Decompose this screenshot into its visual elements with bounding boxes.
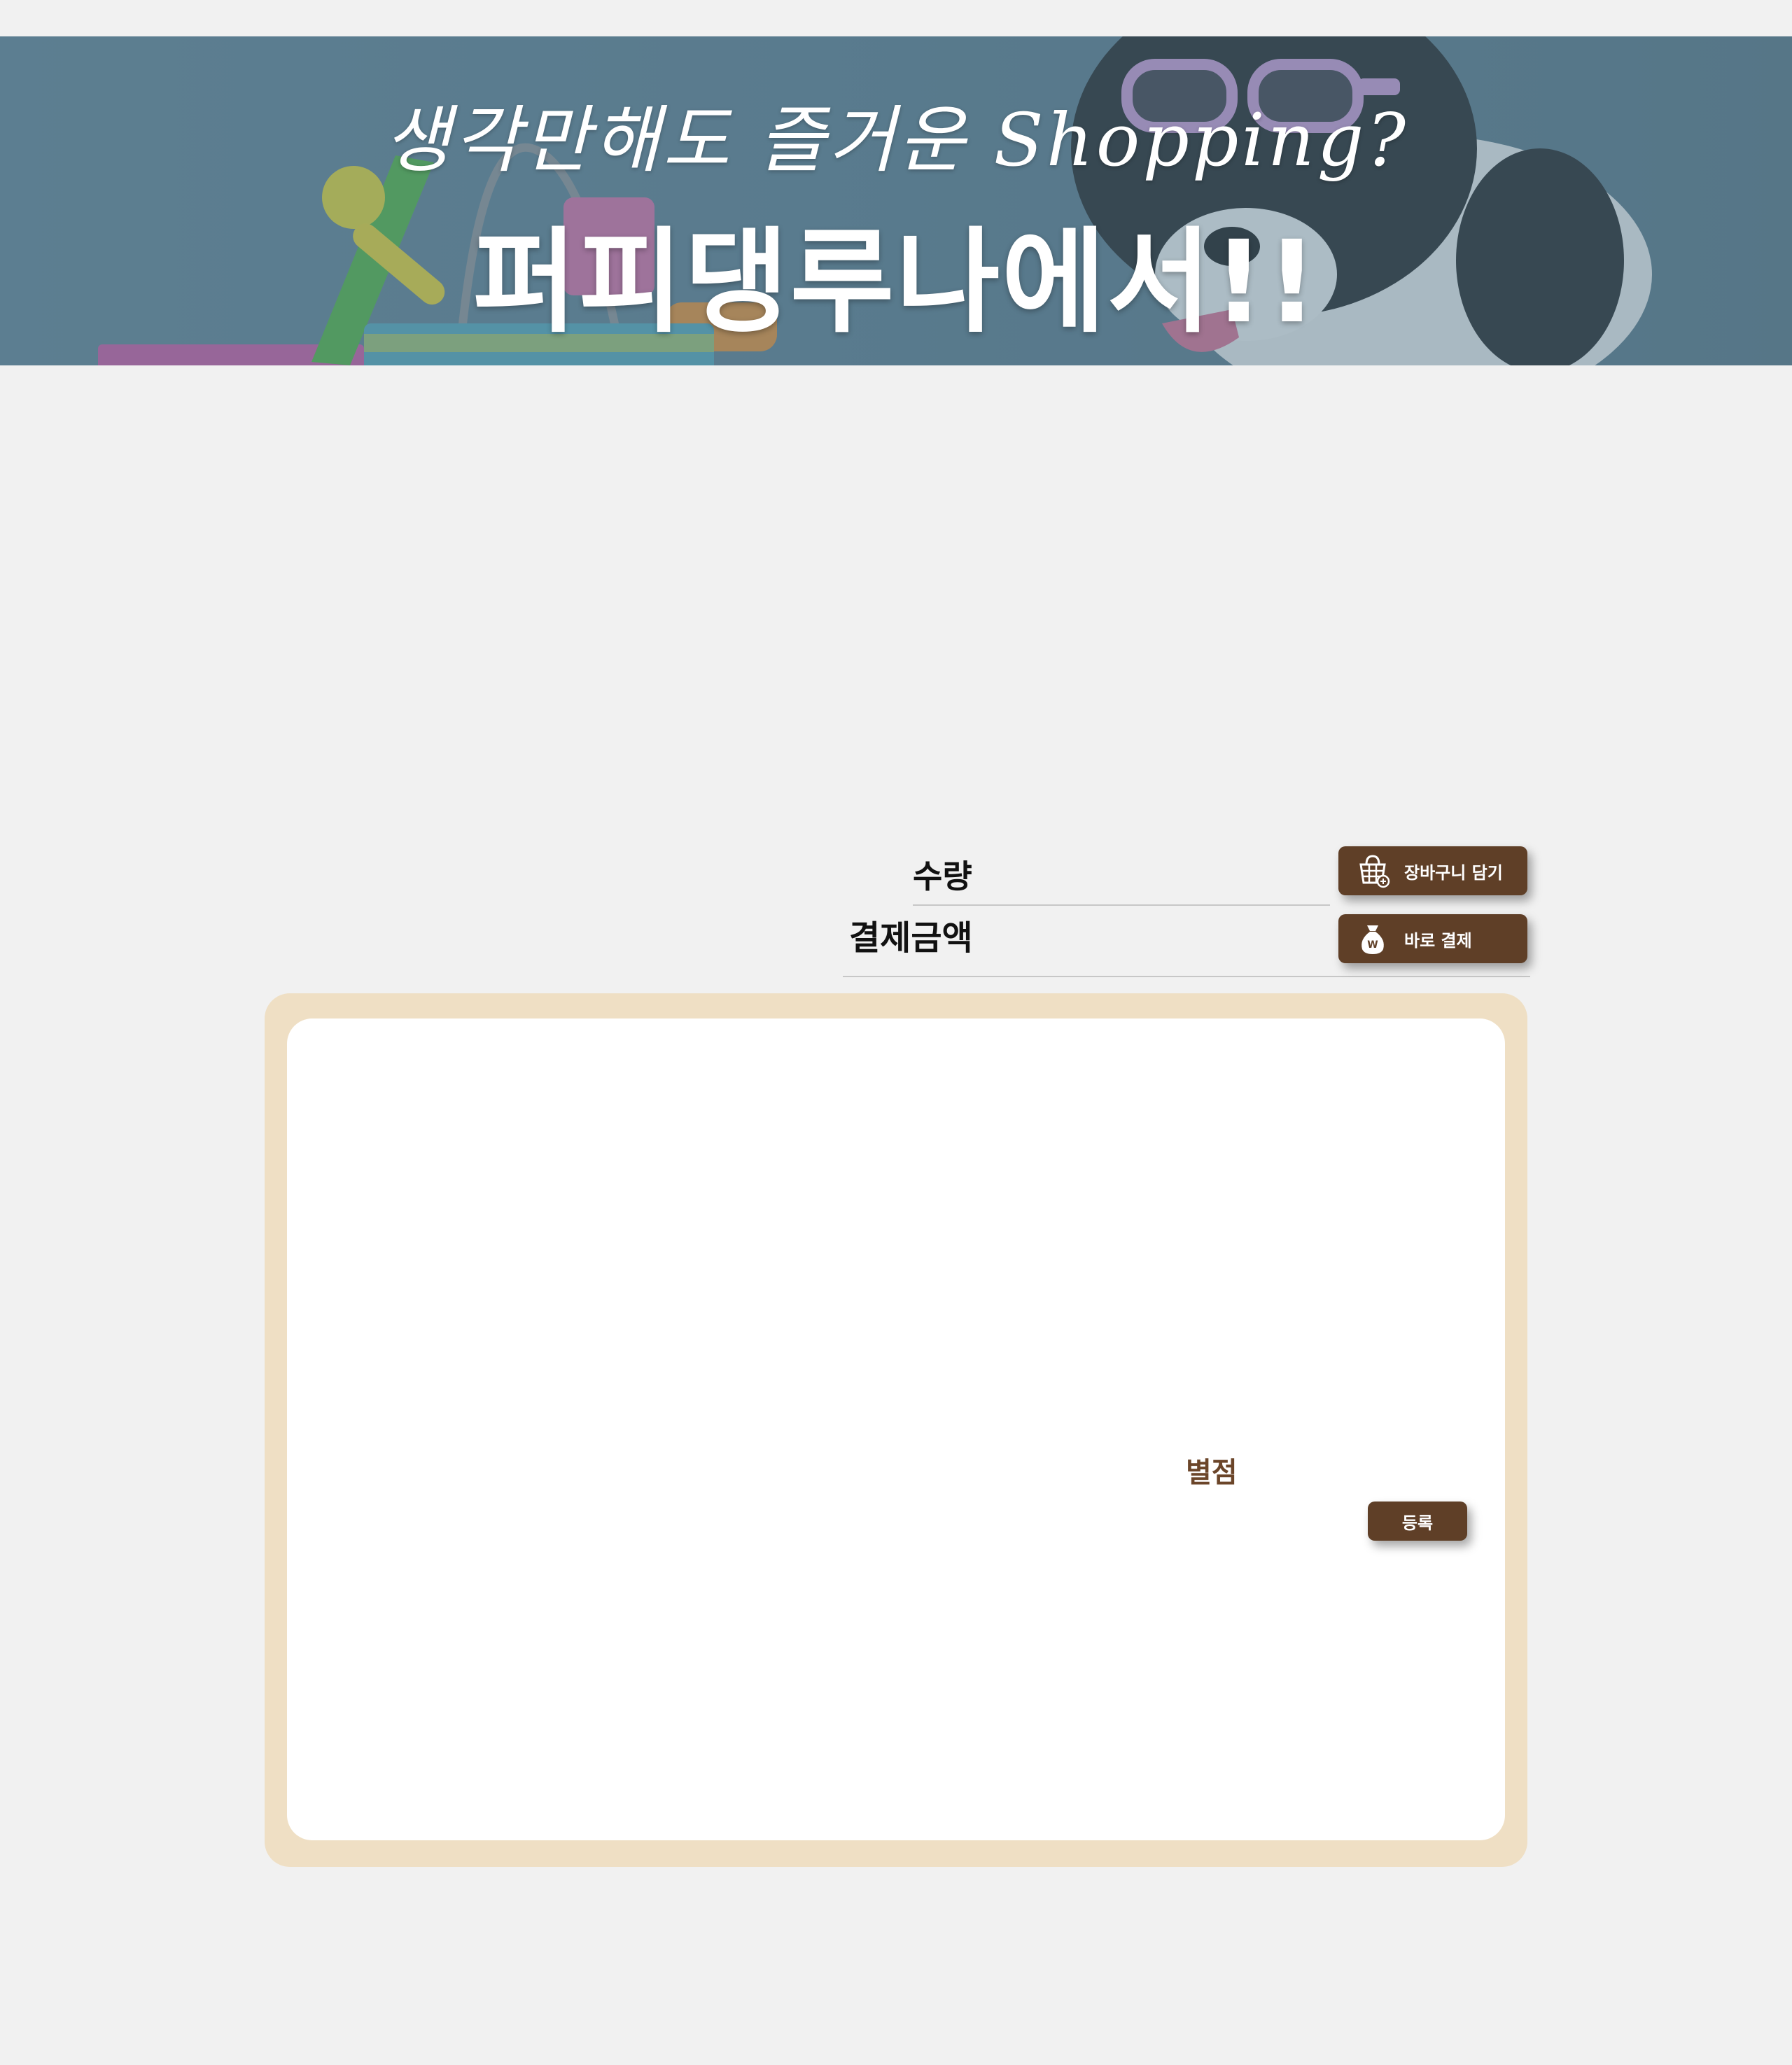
- review-panel: 별점 등록: [265, 993, 1527, 1867]
- register-review-button[interactable]: 등록: [1368, 1502, 1467, 1541]
- total-amount-label: 결제금액: [849, 918, 973, 958]
- buy-now-label: 바로 결제: [1404, 930, 1472, 951]
- shopping-basket-icon: [1354, 852, 1392, 890]
- banner-tagline: 생각만해도 즐거운 Shopping?: [383, 97, 1409, 183]
- hero-banner: 생각만해도 즐거운 Shopping? 퍼피댕루나에서!!: [0, 36, 1792, 365]
- money-bag-symbol: W: [1367, 939, 1378, 951]
- banner-headline: 퍼피댕루나에서!!: [472, 217, 1320, 349]
- add-to-cart-label: 장바구니 담기: [1404, 862, 1503, 883]
- total-divider: [843, 976, 1530, 977]
- money-bag-icon: W: [1354, 920, 1392, 958]
- buy-now-button[interactable]: W 바로 결제: [1338, 914, 1527, 963]
- add-to-cart-button[interactable]: 장바구니 담기: [1338, 846, 1527, 895]
- quantity-label: 수량: [913, 858, 972, 895]
- quantity-divider: [913, 904, 1330, 906]
- rating-label: 별점: [1186, 1457, 1238, 1489]
- review-content-area: 별점 등록: [287, 1018, 1505, 1840]
